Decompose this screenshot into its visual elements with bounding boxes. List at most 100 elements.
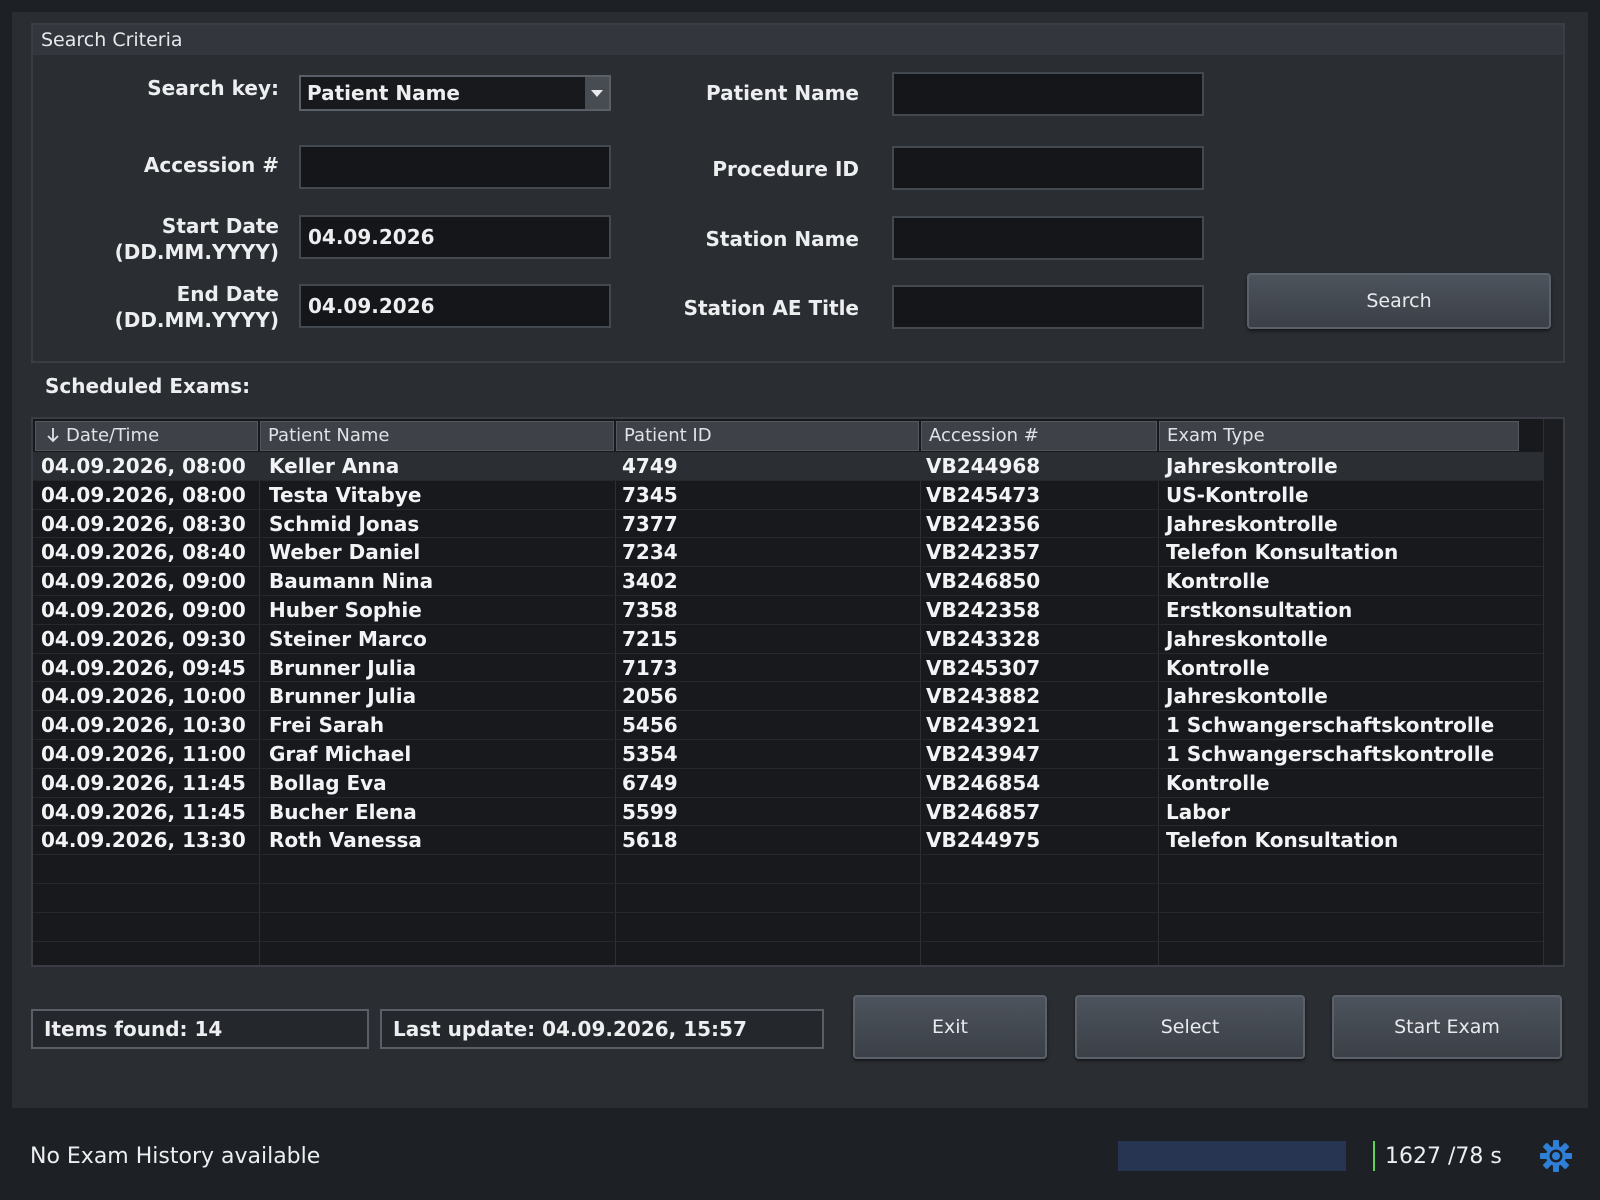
table-cell: 04.09.2026, 09:00 (41, 597, 246, 622)
patient-name-label: Patient Name (706, 81, 859, 105)
table-cell: VB242357 (926, 540, 1041, 565)
table-cell: 04.09.2026, 09:30 (41, 626, 246, 651)
gear-icon[interactable] (1538, 1138, 1574, 1174)
station-name-input[interactable] (892, 216, 1204, 260)
scheduled-exams-title: Scheduled Exams: (45, 374, 251, 398)
table-row[interactable]: 04.09.2026, 11:00 Graf Michael 5354 VB24394… (33, 740, 1545, 769)
table-row[interactable]: 04.09.2026, 09:30 Steiner Marco 7215 VB2433… (33, 625, 1545, 654)
exam-history-status: No Exam History available (30, 1144, 321, 1169)
table-row[interactable]: 04.09.2026, 09:45 Brunner Julia 7173 VB2453… (33, 654, 1545, 683)
table-cell: 7173 (622, 655, 678, 680)
table-scrollbar[interactable] (1543, 419, 1563, 965)
column-header-patient-name[interactable]: Patient Name (260, 421, 614, 451)
end-date-input[interactable] (299, 284, 611, 328)
procedure-id-input[interactable] (892, 146, 1204, 190)
table-row[interactable]: 04.09.2026, 10:30 Frei Sarah 5456 VB243921 1… (33, 711, 1545, 740)
table-cell: Graf Michael (269, 741, 412, 766)
empty-table-row (33, 942, 1545, 965)
table-cell: 04.09.2026, 11:45 (41, 770, 246, 795)
column-header-patient-id[interactable]: Patient ID (616, 421, 919, 451)
table-cell: Jahreskontrolle (1166, 511, 1338, 536)
search-button[interactable]: Search (1247, 273, 1551, 329)
scheduled-exams-table: Date/Time Patient Name Patient ID Access… (31, 417, 1565, 967)
table-cell: VB244975 (926, 828, 1041, 853)
progress-bar (1118, 1141, 1374, 1171)
table-cell: 7377 (622, 511, 678, 536)
table-cell: Kontrolle (1166, 655, 1270, 680)
table-row[interactable]: 04.09.2026, 08:40 Weber Daniel 7234 VB24235… (33, 538, 1545, 568)
search-key-value: Patient Name (307, 81, 460, 105)
select-button[interactable]: Select (1075, 995, 1305, 1059)
start-date-input[interactable] (299, 215, 611, 259)
table-cell: Frei Sarah (269, 713, 385, 738)
end-date-format-label: (DD.MM.YYYY) (114, 308, 279, 332)
start-date-format-label: (DD.MM.YYYY) (114, 240, 279, 264)
table-cell: 04.09.2026, 08:40 (41, 540, 246, 565)
table-cell: Keller Anna (269, 454, 400, 478)
arrow-down-icon (47, 428, 59, 443)
chevron-down-icon[interactable] (585, 77, 609, 109)
table-cell: Baumann Nina (269, 569, 434, 594)
table-row[interactable]: 04.09.2026, 11:45 Bollag Eva 6749 VB246854 K… (33, 769, 1545, 798)
items-found-box: Items found: 14 (31, 1009, 369, 1049)
table-cell: Brunner Julia (269, 684, 417, 709)
table-cell: 5456 (622, 713, 678, 738)
table-row[interactable]: 04.09.2026, 08:30 Schmid Jonas 7377 VB24235… (33, 510, 1545, 539)
table-cell: 04.09.2026, 08:00 (41, 482, 246, 507)
last-update-box: Last update: 04.09.2026, 15:57 (380, 1009, 824, 1049)
table-cell: 04.09.2026, 13:30 (41, 828, 246, 853)
column-header-exam-type[interactable]: Exam Type (1159, 421, 1519, 451)
table-cell: 1 Schwangerschaftskontrolle (1166, 713, 1495, 738)
table-row[interactable]: 04.09.2026, 09:00 Baumann Nina 3402 VB24685… (33, 567, 1545, 596)
column-header-accession[interactable]: Accession # (921, 421, 1157, 451)
search-criteria-title: Search Criteria (33, 25, 1563, 55)
progress-marker (1373, 1141, 1375, 1171)
table-row[interactable]: 04.09.2026, 09:00 Huber Sophie 7358 VB24235… (33, 596, 1545, 625)
table-cell: 6749 (622, 770, 678, 795)
table-cell: 7358 (622, 597, 678, 622)
table-cell: Steiner Marco (269, 626, 427, 651)
table-cell: 04.09.2026, 09:45 (41, 655, 246, 680)
table-row[interactable]: 04.09.2026, 10:00 Brunner Julia 2056 VB2438… (33, 682, 1545, 712)
empty-table-row (33, 855, 1545, 884)
worklist-panel: Search Criteria Search key: Patient Name… (12, 12, 1588, 1108)
table-cell: Telefon Konsultation (1166, 828, 1399, 853)
table-cell: Labor (1166, 799, 1231, 824)
progress-fill (1118, 1141, 1346, 1171)
table-cell: Brunner Julia (269, 655, 417, 680)
table-cell: 5354 (622, 741, 678, 766)
table-row[interactable]: 04.09.2026, 11:45 Bucher Elena 5599 VB24685… (33, 798, 1545, 827)
end-date-label: End Date (176, 282, 279, 306)
table-cell: US-Kontrolle (1166, 482, 1309, 507)
table-cell: VB243328 (926, 626, 1041, 651)
start-exam-button[interactable]: Start Exam (1332, 995, 1562, 1059)
search-criteria-group: Search Criteria Search key: Patient Name… (31, 23, 1565, 363)
patient-name-input[interactable] (892, 72, 1204, 116)
table-cell: VB245473 (926, 482, 1041, 507)
table-cell: VB242358 (926, 597, 1041, 622)
table-row[interactable]: 04.09.2026, 08:00 Testa Vitabye 7345 VB2454… (33, 481, 1545, 510)
table-row[interactable]: 04.09.2026, 13:30 Roth Vanessa 5618 VB24497… (33, 826, 1545, 856)
table-cell: Schmid Jonas (269, 511, 420, 536)
table-cell: 2056 (622, 684, 678, 709)
table-cell: VB243921 (926, 713, 1041, 738)
table-row[interactable]: 04.09.2026, 08:00 Keller Anna 4749 VB244968… (33, 452, 1545, 481)
table-cell: VB242356 (926, 511, 1041, 536)
table-cell: Jahreskontolle (1166, 626, 1328, 651)
table-cell: 04.09.2026, 08:30 (41, 511, 246, 536)
procedure-id-label: Procedure ID (712, 157, 859, 181)
empty-table-row (33, 913, 1545, 942)
table-cell: VB245307 (926, 655, 1041, 680)
table-cell: VB243947 (926, 741, 1041, 766)
column-header-datetime[interactable]: Date/Time (35, 421, 258, 451)
progress-text: 1627 /78 s (1385, 1144, 1502, 1169)
table-cell: Telefon Konsultation (1166, 540, 1399, 565)
table-header: Date/Time Patient Name Patient ID Access… (33, 419, 1545, 451)
table-cell: Weber Daniel (269, 540, 421, 565)
accession-input[interactable] (299, 145, 611, 189)
exit-button[interactable]: Exit (853, 995, 1047, 1059)
search-key-dropdown[interactable]: Patient Name (299, 75, 611, 111)
table-cell: VB244968 (926, 454, 1041, 478)
station-ae-title-input[interactable] (892, 285, 1204, 329)
table-cell: Roth Vanessa (269, 828, 422, 853)
